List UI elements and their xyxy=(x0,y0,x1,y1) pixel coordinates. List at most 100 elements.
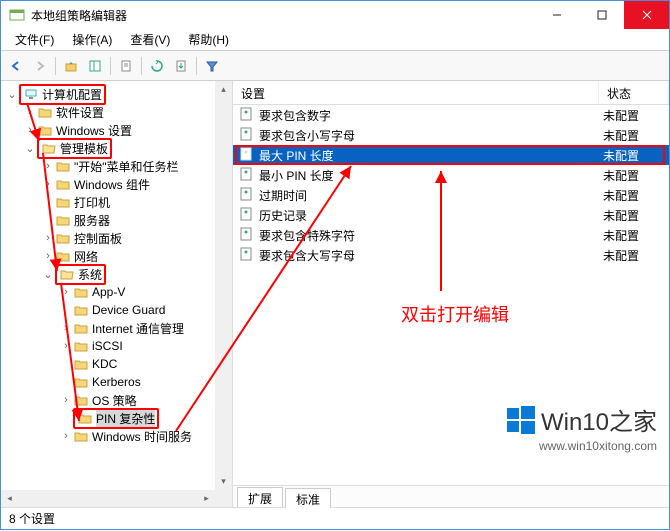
list-body[interactable]: 要求包含数字未配置 要求包含小写字母未配置 最大 PIN 长度未配置 最小 PI… xyxy=(233,105,669,485)
folder-icon xyxy=(55,230,71,246)
folder-icon xyxy=(55,194,71,210)
menu-help[interactable]: 帮助(H) xyxy=(180,29,237,50)
tree-label: KDC xyxy=(92,357,117,371)
tree-item-software-settings[interactable]: ›软件设置 xyxy=(3,103,230,121)
close-button[interactable] xyxy=(624,1,669,29)
setting-name: 最大 PIN 长度 xyxy=(259,147,599,164)
expander-icon[interactable]: › xyxy=(59,340,73,352)
expander-icon[interactable]: › xyxy=(23,106,37,118)
tree-label: "开始"菜单和任务栏 xyxy=(74,158,179,175)
list-item-require-lowercase[interactable]: 要求包含小写字母未配置 xyxy=(233,125,669,145)
list-item-history[interactable]: 历史记录未配置 xyxy=(233,205,669,225)
setting-state: 未配置 xyxy=(599,127,669,144)
tree-label: OS 策略 xyxy=(92,392,137,409)
tree-item-start-menu[interactable]: › "开始"菜单和任务栏 xyxy=(3,157,230,175)
tree-item-appv[interactable]: ›App-V xyxy=(3,283,230,301)
folder-icon xyxy=(37,122,53,138)
expander-icon[interactable]: › xyxy=(41,178,55,190)
minimize-button[interactable] xyxy=(534,1,579,29)
tree-item-admin-templates[interactable]: ⌄ 管理模板 xyxy=(3,139,230,157)
list-item-require-uppercase[interactable]: 要求包含大写字母未配置 xyxy=(233,245,669,265)
tree-label: 管理模板 xyxy=(60,140,108,157)
list-item-max-pin-length[interactable]: 最大 PIN 长度未配置 xyxy=(233,145,669,165)
tree-label: 网络 xyxy=(74,248,98,265)
tree-label: iSCSI xyxy=(92,339,123,353)
tree-item-kerberos[interactable]: Kerberos xyxy=(3,373,230,391)
tree-item-printers[interactable]: 打印机 xyxy=(3,193,230,211)
tree-item-windows-settings[interactable]: ›Windows 设置 xyxy=(3,121,230,139)
setting-state: 未配置 xyxy=(599,247,669,264)
folder-icon xyxy=(55,248,71,264)
titlebar: 本地组策略编辑器 xyxy=(1,1,669,29)
list-header: 设置 状态 xyxy=(233,81,669,105)
expander-icon[interactable]: › xyxy=(23,124,37,136)
tree-item-pin-complexity[interactable]: PIN 复杂性 xyxy=(3,409,230,427)
folder-icon xyxy=(77,410,93,426)
separator xyxy=(110,57,111,75)
expander-icon[interactable]: ⌄ xyxy=(23,142,37,155)
setting-name: 要求包含数字 xyxy=(259,107,599,124)
tree-scrollbar-horizontal[interactable]: ◂▸ xyxy=(1,490,215,507)
list-item-require-special[interactable]: 要求包含特殊字符未配置 xyxy=(233,225,669,245)
tree-item-control-panel[interactable]: › 控制面板 xyxy=(3,229,230,247)
tree-item-windows-components[interactable]: ›Windows 组件 xyxy=(3,175,230,193)
folder-icon xyxy=(73,284,89,300)
folder-icon xyxy=(73,356,89,372)
refresh-button[interactable] xyxy=(146,55,168,77)
tree-scrollbar-vertical[interactable]: ▴▾ xyxy=(215,81,232,490)
watermark-url: www.win10xitong.com xyxy=(507,439,657,453)
list-item-expiration[interactable]: 过期时间未配置 xyxy=(233,185,669,205)
column-header-setting[interactable]: 设置 xyxy=(233,81,599,104)
up-button[interactable] xyxy=(60,55,82,77)
filter-button[interactable] xyxy=(201,55,223,77)
maximize-button[interactable] xyxy=(579,1,624,29)
tree-item-system[interactable]: ⌄ 系统 xyxy=(3,265,230,283)
tree-item-kdc[interactable]: KDC xyxy=(3,355,230,373)
tab-standard[interactable]: 标准 xyxy=(285,488,331,508)
expander-icon[interactable]: › xyxy=(59,430,73,442)
expander-icon[interactable]: › xyxy=(41,160,55,172)
column-header-state[interactable]: 状态 xyxy=(599,81,669,104)
scroll-left-icon[interactable]: ◂ xyxy=(1,490,18,507)
show-hide-tree-button[interactable] xyxy=(84,55,106,77)
back-button[interactable] xyxy=(5,55,27,77)
tree-label: 服务器 xyxy=(74,212,110,229)
forward-button[interactable] xyxy=(29,55,51,77)
tree-item-network[interactable]: › 网络 xyxy=(3,247,230,265)
list-pane: 设置 状态 要求包含数字未配置 要求包含小写字母未配置 最大 PIN 长度未配置… xyxy=(233,81,669,507)
expander-icon[interactable]: › xyxy=(41,232,55,244)
scroll-up-icon[interactable]: ▴ xyxy=(215,81,232,98)
list-item-require-digits[interactable]: 要求包含数字未配置 xyxy=(233,105,669,125)
setting-name: 要求包含大写字母 xyxy=(259,247,599,264)
scroll-right-icon[interactable]: ▸ xyxy=(198,490,215,507)
expander-icon[interactable]: ⌄ xyxy=(41,268,55,281)
menu-file[interactable]: 文件(F) xyxy=(7,29,62,50)
tree-item-computer-config[interactable]: ⌄ 计算机配置 xyxy=(3,85,230,103)
tree-item-server[interactable]: 服务器 xyxy=(3,211,230,229)
scroll-down-icon[interactable]: ▾ xyxy=(215,473,232,490)
tree-item-device-guard[interactable]: Device Guard xyxy=(3,301,230,319)
properties-button[interactable] xyxy=(115,55,137,77)
body: ⌄ 计算机配置 ›软件设置 ›Windows 设置 ⌄ 管理模板 › "开始"菜单和… xyxy=(1,81,669,507)
menu-view[interactable]: 查看(V) xyxy=(122,29,178,50)
folder-icon xyxy=(73,302,89,318)
expander-icon[interactable]: ⌄ xyxy=(5,88,19,101)
tree-item-windows-time[interactable]: ›Windows 时间服务 xyxy=(3,427,230,445)
tree-label: 控制面板 xyxy=(74,230,122,247)
tree-pane[interactable]: ⌄ 计算机配置 ›软件设置 ›Windows 设置 ⌄ 管理模板 › "开始"菜单和… xyxy=(1,81,233,507)
expander-icon[interactable]: › xyxy=(41,250,55,262)
tree-label: 系统 xyxy=(78,266,102,283)
list-item-min-pin-length[interactable]: 最小 PIN 长度未配置 xyxy=(233,165,669,185)
setting-state: 未配置 xyxy=(599,227,669,244)
tree-item-internet-communication[interactable]: ›Internet 通信管理 xyxy=(3,319,230,337)
tree-item-iscsi[interactable]: › iSCSI xyxy=(3,337,230,355)
expander-icon[interactable]: › xyxy=(59,394,73,406)
tree-item-os-policy[interactable]: › OS 策略 xyxy=(3,391,230,409)
export-button[interactable] xyxy=(170,55,192,77)
menu-action[interactable]: 操作(A) xyxy=(64,29,120,50)
tab-extended[interactable]: 扩展 xyxy=(237,487,283,507)
expander-icon[interactable]: › xyxy=(59,286,73,298)
app-icon xyxy=(9,7,25,23)
computer-icon xyxy=(23,86,39,102)
expander-icon[interactable]: › xyxy=(59,322,73,334)
